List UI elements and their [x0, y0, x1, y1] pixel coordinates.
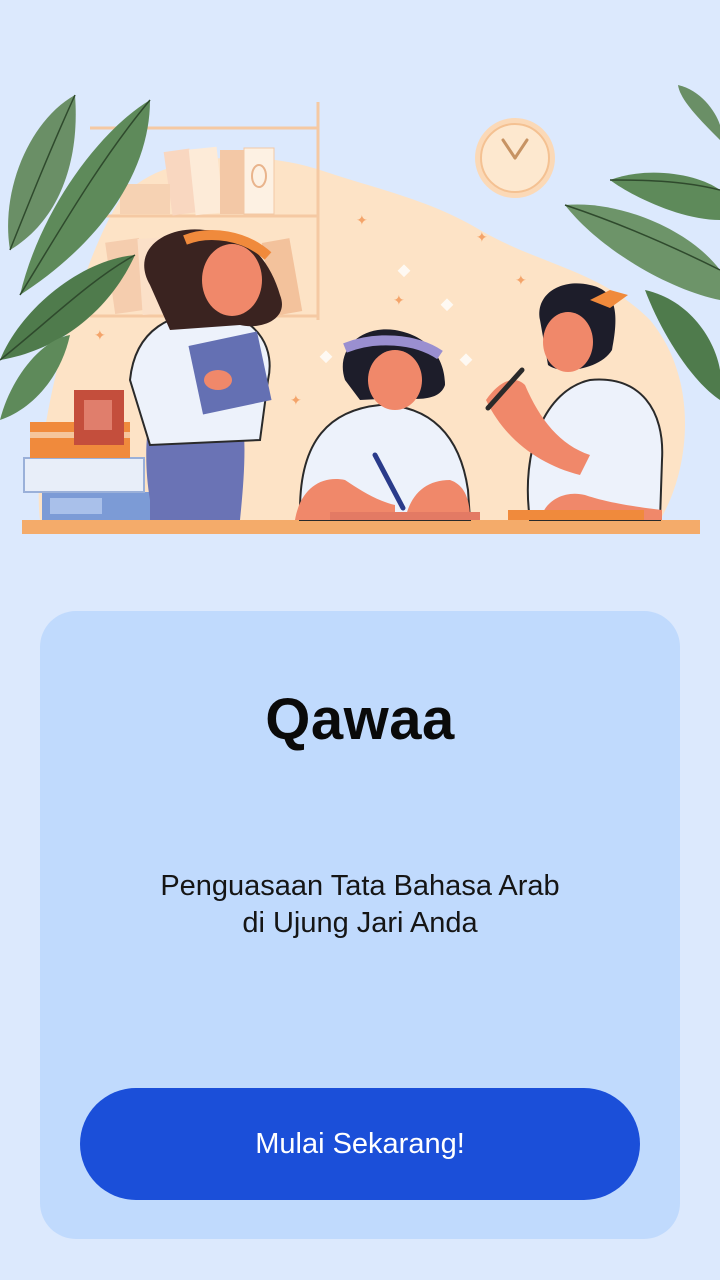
- svg-text:✦: ✦: [515, 273, 527, 289]
- students-study-illustration: ✦ ✦ ✦ ✦ ✦ ✦: [0, 85, 720, 534]
- svg-text:✦: ✦: [393, 293, 405, 309]
- app-title: Qawaa: [265, 687, 455, 752]
- wall-clock-icon: [475, 118, 555, 198]
- notebook-icon: [330, 512, 480, 520]
- notebook-icon: [508, 510, 644, 520]
- onboarding-screen: ✦ ✦ ✦ ✦ ✦ ✦ Qawaa Penguasaan Tata Bahasa…: [0, 0, 720, 1280]
- tagline-line-2: di Ujung Jari Anda: [242, 907, 478, 939]
- svg-text:✦: ✦: [356, 213, 368, 229]
- svg-text:✦: ✦: [476, 230, 488, 246]
- start-now-button[interactable]: Mulai Sekarang!: [80, 1088, 640, 1200]
- desk: [22, 520, 700, 534]
- tagline-line-1: Penguasaan Tata Bahasa Arab: [160, 870, 560, 902]
- svg-text:✦: ✦: [94, 328, 106, 344]
- app-tagline: Penguasaan Tata Bahasa Arab di Ujung Jar…: [0, 868, 720, 942]
- svg-text:✦: ✦: [290, 393, 302, 409]
